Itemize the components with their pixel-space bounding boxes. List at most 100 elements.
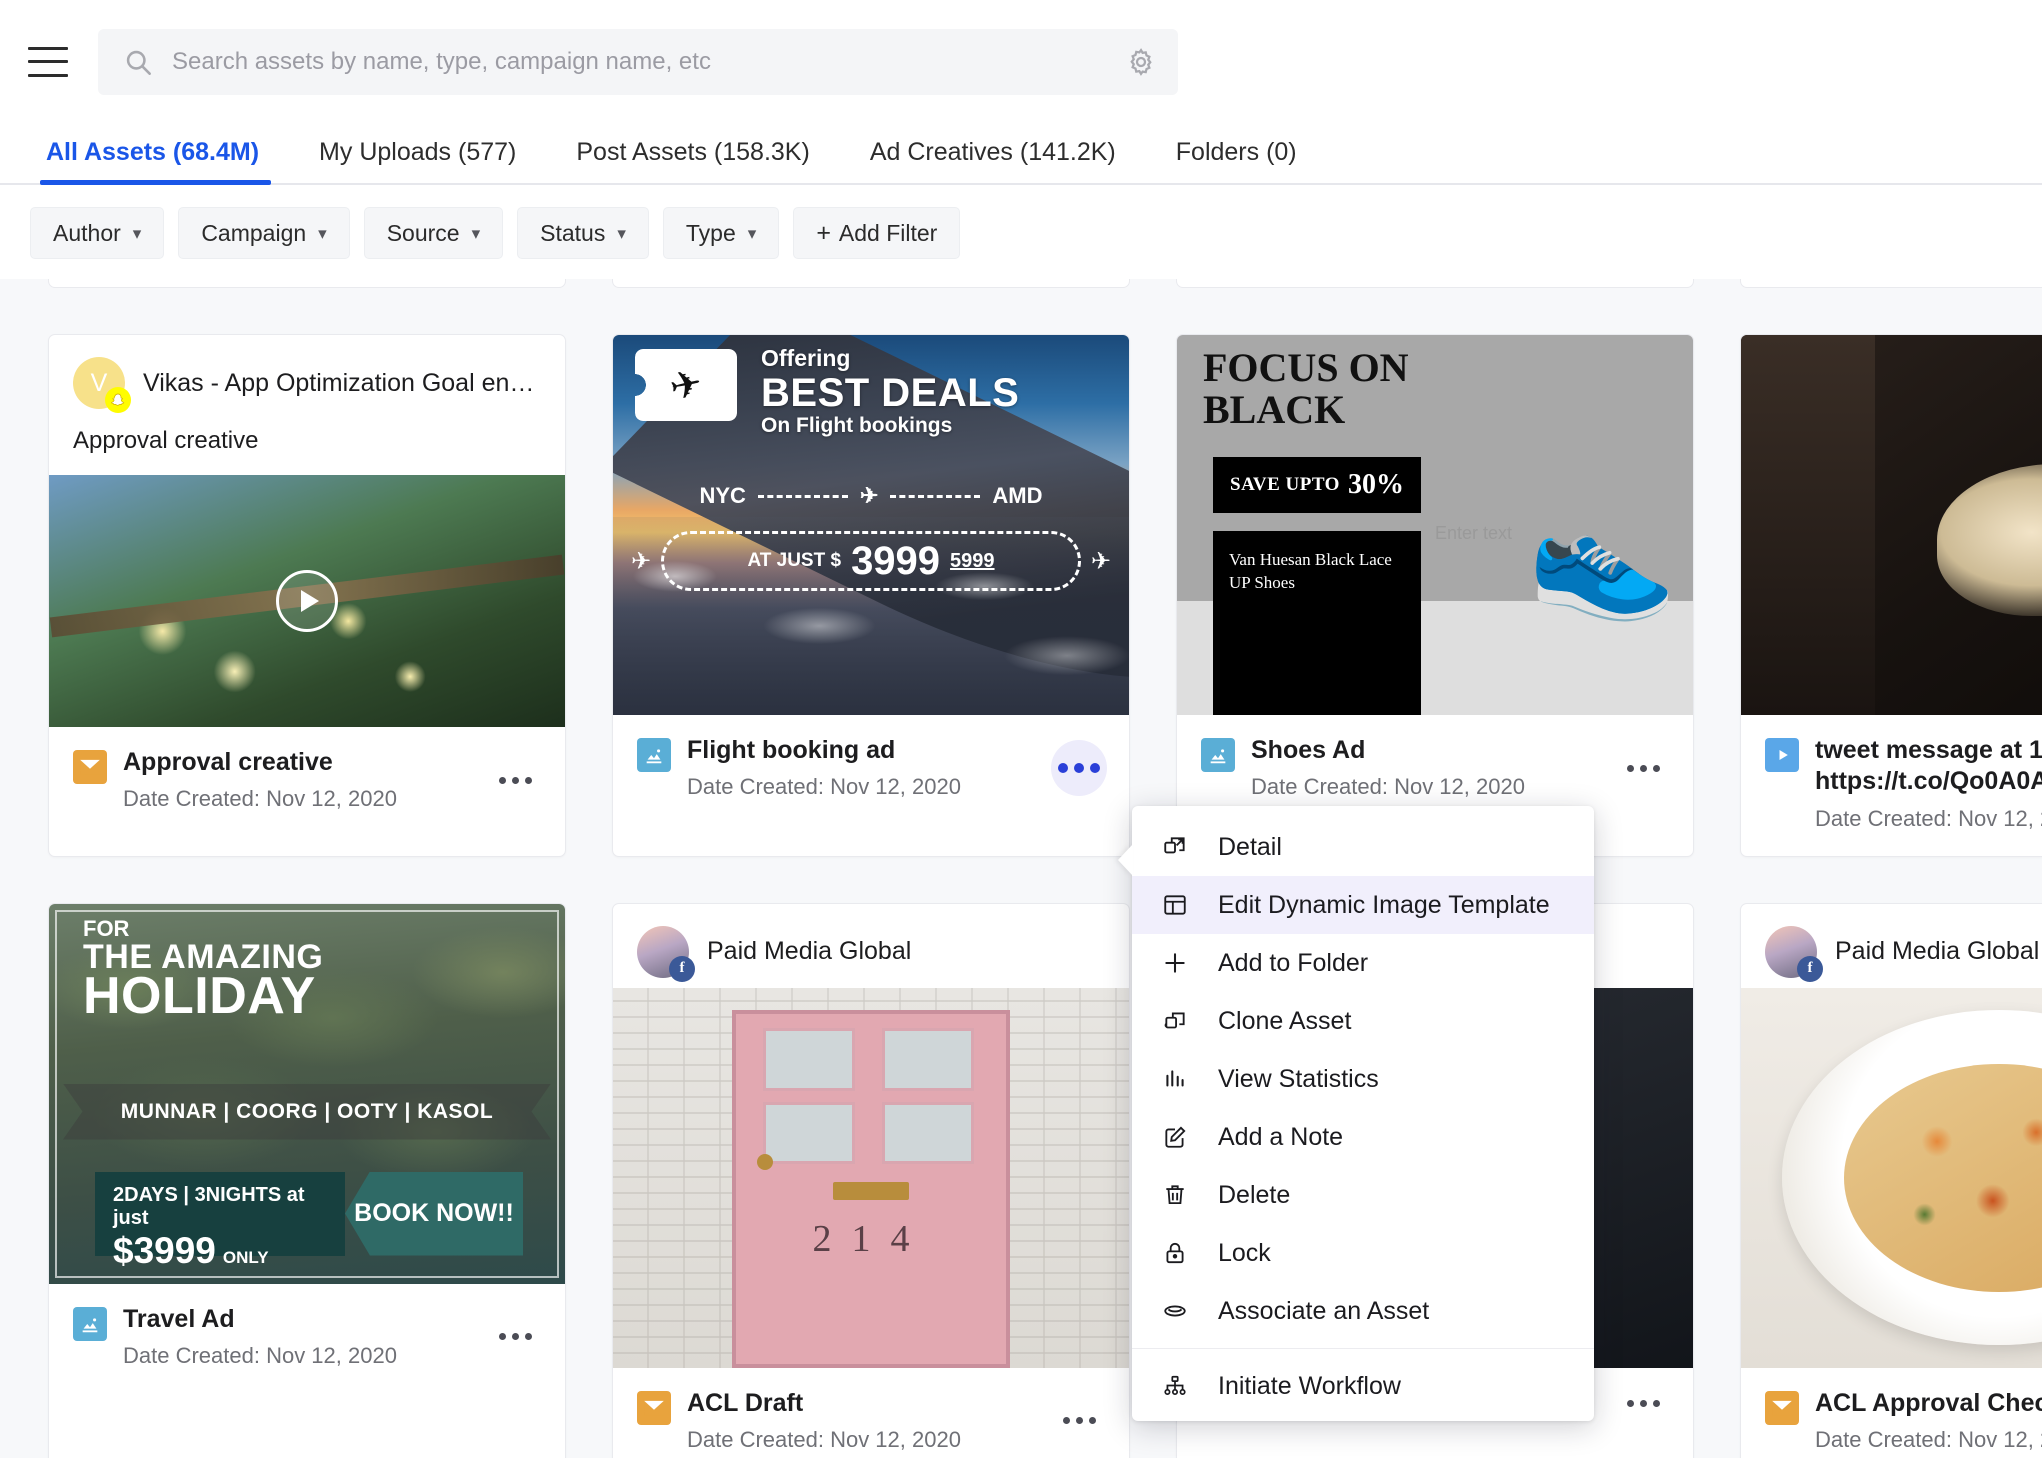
add-filter-button[interactable]: + Add Filter <box>793 207 961 259</box>
chevron-down-icon: ▾ <box>747 223 757 243</box>
asset-card-tweet-message[interactable]: tweet message at 1605 https://t.co/Qo0A0… <box>1740 334 2042 857</box>
menu-item-associate-an-asset[interactable]: Associate an Asset <box>1132 1282 1594 1340</box>
creative-headline: BEST DEALS <box>761 371 1020 415</box>
asset-thumbnail[interactable] <box>1741 987 2042 1368</box>
creative-price-box: AT JUST $ 3999 5999 <box>661 531 1081 591</box>
menu-divider <box>1132 1348 1594 1349</box>
menu-item-label: View Statistics <box>1218 1064 1379 1093</box>
card-footer: Travel Ad Date Created: Nov 12, 2020 <box>49 1284 565 1393</box>
asset-title: ACL Approval Check <box>1815 1388 2042 1417</box>
card-footer: ACL Approval Check Date Created: Nov 12,… <box>1741 1368 2042 1458</box>
asset-thumbnail[interactable] <box>49 475 565 727</box>
asset-thumbnail[interactable]: 214 <box>613 987 1129 1368</box>
tab-all-assets[interactable]: All Assets (68.4M) <box>40 138 289 185</box>
hamburger-icon[interactable] <box>28 46 68 77</box>
filter-type[interactable]: Type ▾ <box>662 207 780 259</box>
asset-card-acl-draft[interactable]: f Paid Media Global 214 ACL Draft Date C… <box>612 902 1130 1458</box>
play-icon[interactable] <box>276 570 338 632</box>
search-input[interactable] <box>172 47 1126 76</box>
tab-ad-creatives[interactable]: Ad Creatives (141.2K) <box>840 138 1146 183</box>
menu-item-label: Add a Note <box>1218 1122 1344 1151</box>
asset-date: Date Created: Nov 12, 2020 <box>687 774 961 800</box>
creative-headline: FOCUS ON BLACK <box>1203 347 1409 431</box>
menu-item-view-statistics[interactable]: View Statistics <box>1132 1050 1594 1108</box>
tab-post-assets[interactable]: Post Assets (158.3K) <box>546 138 839 183</box>
layout-icon <box>1160 890 1190 920</box>
filter-author[interactable]: Author ▾ <box>30 207 165 259</box>
card-header-title: Paid Media Global <box>707 937 912 965</box>
video-icon <box>1765 738 1799 772</box>
creative-deal-box: 2DAYS | 3NIGHTS at just $3999 ONLY <box>95 1171 345 1271</box>
asset-menu-button[interactable] <box>487 752 543 808</box>
asset-thumbnail[interactable]: FOCUS ON BLACK SAVE UPTO 30% Van Huesan … <box>1177 335 1693 715</box>
filter-bar: Author ▾ Campaign ▾ Source ▾ Status ▾ Ty… <box>0 185 2042 279</box>
menu-item-add-a-note[interactable]: Add a Note <box>1132 1108 1594 1166</box>
asset-title-line2: https://t.co/Qo0A0AZ4 <box>1815 767 2042 796</box>
asset-menu-button[interactable] <box>1051 1393 1107 1449</box>
search-bar[interactable] <box>98 28 1178 95</box>
asset-date: Date Created: Nov 12, 2020 <box>687 1426 961 1452</box>
route-dash <box>890 494 981 498</box>
door-shape: 214 <box>731 1010 1011 1368</box>
asset-thumbnail[interactable]: ✈ Offering BEST DEALS On Flight bookings… <box>613 335 1129 715</box>
menu-item-label: Lock <box>1218 1238 1271 1267</box>
asset-thumbnail[interactable] <box>1741 335 2042 715</box>
filter-campaign[interactable]: Campaign ▾ <box>178 207 350 259</box>
asset-thumbnail[interactable]: FOR THE AMAZING HOLIDAY MUNNAR | COORG |… <box>49 903 565 1284</box>
creative-cta-label: BOOK NOW!! <box>354 1199 514 1227</box>
asset-title: Approval creative <box>123 748 333 776</box>
asset-context-menu[interactable]: Detail Edit Dynamic Image Template Add t… <box>1132 806 1594 1421</box>
menu-item-edit-dynamic-image-template[interactable]: Edit Dynamic Image Template <box>1132 876 1594 934</box>
menu-item-delete[interactable]: Delete <box>1132 1166 1594 1224</box>
asset-menu-button[interactable] <box>1615 1376 1671 1432</box>
tab-my-uploads[interactable]: My Uploads (577) <box>289 138 546 183</box>
facebook-icon: f <box>669 955 695 982</box>
facebook-icon: f <box>1797 955 1823 982</box>
creative-places: MUNNAR | COORG | OOTY | KASOL <box>120 1099 494 1123</box>
avatar-initial: V <box>90 368 108 397</box>
asset-card-shoes-ad[interactable]: FOCUS ON BLACK SAVE UPTO 30% Van Huesan … <box>1176 334 1694 857</box>
menu-item-clone-asset[interactable]: Clone Asset <box>1132 992 1594 1050</box>
route-to: AMD <box>992 483 1043 508</box>
creative-cta-button: BOOK NOW!! <box>345 1171 523 1256</box>
menu-item-add-to-folder[interactable]: Add to Folder <box>1132 934 1594 992</box>
save-label: SAVE UPTO <box>1230 474 1340 495</box>
door-number: 214 <box>812 1217 930 1260</box>
asset-menu-button-active[interactable] <box>1051 740 1107 797</box>
bar-chart-icon <box>1160 1064 1190 1094</box>
price-prefix: AT JUST $ <box>747 550 842 571</box>
asset-card-flight-booking-ad[interactable]: ✈ Offering BEST DEALS On Flight bookings… <box>612 334 1130 857</box>
menu-item-initiate-workflow[interactable]: Initiate Workflow <box>1132 1357 1594 1415</box>
detail-icon <box>1160 832 1190 862</box>
avatar: f <box>1765 925 1823 982</box>
menu-item-label: Initiate Workflow <box>1218 1371 1401 1400</box>
price-value: 3999 <box>851 538 941 583</box>
menu-item-detail[interactable]: Detail <box>1132 818 1594 876</box>
creative-save-badge: SAVE UPTO 30% <box>1213 457 1421 513</box>
filter-source[interactable]: Source ▾ <box>363 207 504 259</box>
save-value: 30% <box>1347 469 1404 500</box>
menu-item-lock[interactable]: Lock <box>1132 1224 1594 1282</box>
asset-card-approval-creative[interactable]: V Vikas - App Optimization Goal enable..… <box>48 334 566 857</box>
asset-title: Flight booking ad <box>687 736 896 764</box>
menu-item-label: Associate an Asset <box>1218 1296 1430 1325</box>
asset-card-travel-ad[interactable]: FOR THE AMAZING HOLIDAY MUNNAR | COORG |… <box>48 902 566 1458</box>
filter-status[interactable]: Status ▾ <box>517 207 649 259</box>
tab-folders[interactable]: Folders (0) <box>1146 138 1327 183</box>
asset-tabs: All Assets (68.4M) My Uploads (577) Post… <box>0 123 2042 185</box>
asset-card-acl-approval-check[interactable]: f Paid Media Global ACL Approval Check D… <box>1740 902 2042 1458</box>
card-subtitle: Approval creative <box>73 427 259 454</box>
gear-icon[interactable] <box>1126 47 1156 77</box>
menu-item-label: Add to Folder <box>1218 948 1369 977</box>
asset-date: Date Created: Nov 12, 20 <box>1815 1426 2042 1452</box>
asset-menu-button[interactable] <box>1615 740 1671 796</box>
mail-icon <box>637 1390 671 1425</box>
chevron-down-icon: ▾ <box>471 223 481 243</box>
mail-icon <box>1765 1390 1799 1425</box>
card-header-title: Vikas - App Optimization Goal enable... <box>143 368 541 397</box>
menu-item-label: Edit Dynamic Image Template <box>1218 890 1550 919</box>
asset-menu-button[interactable] <box>487 1309 543 1365</box>
edit-note-icon <box>1160 1122 1190 1152</box>
asset-title: ACL Draft <box>687 1388 804 1417</box>
card-footer: Flight booking ad Date Created: Nov 12, … <box>613 715 1129 824</box>
